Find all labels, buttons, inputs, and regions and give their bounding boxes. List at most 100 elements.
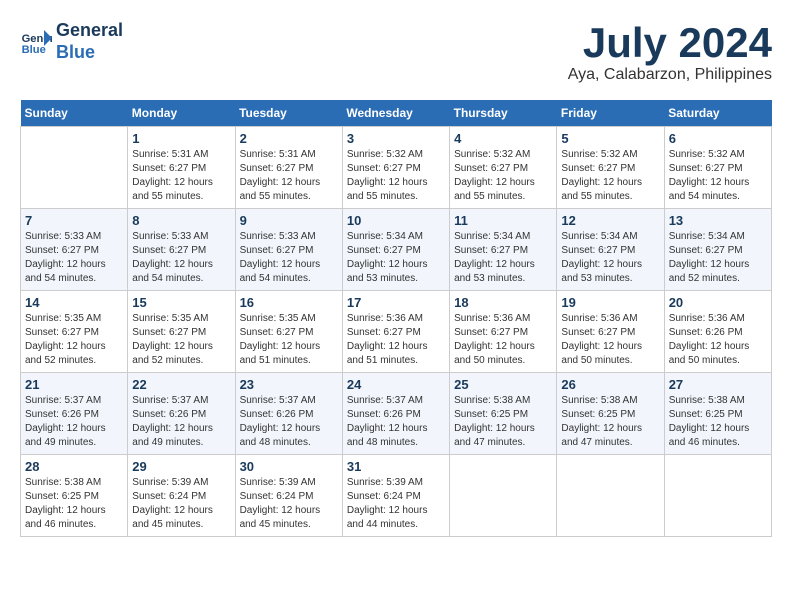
calendar-cell: 30 Sunrise: 5:39 AMSunset: 6:24 PMDayligh… — [235, 455, 342, 537]
day-info: Sunrise: 5:36 AMSunset: 6:27 PMDaylight:… — [347, 312, 445, 368]
calendar-cell: 31 Sunrise: 5:39 AMSunset: 6:24 PMDayligh… — [342, 455, 449, 537]
day-info: Sunrise: 5:32 AMSunset: 6:27 PMDaylight:… — [454, 148, 552, 204]
day-number: 20 — [669, 295, 767, 310]
calendar-cell: 15 Sunrise: 5:35 AMSunset: 6:27 PMDayligh… — [128, 291, 235, 373]
day-info: Sunrise: 5:37 AMSunset: 6:26 PMDaylight:… — [240, 394, 338, 450]
calendar-cell: 3 Sunrise: 5:32 AMSunset: 6:27 PMDaylight… — [342, 127, 449, 209]
calendar-cell: 17Sunrise: 5:36 AMSunset: 6:27 PMDayligh… — [342, 291, 449, 373]
calendar-week-1: 1 Sunrise: 5:31 AMSunset: 6:27 PMDaylight… — [21, 127, 772, 209]
col-tuesday: Tuesday — [235, 100, 342, 127]
logo-icon: General Blue — [20, 26, 52, 58]
col-thursday: Thursday — [450, 100, 557, 127]
day-info: Sunrise: 5:32 AMSunset: 6:27 PMDaylight:… — [561, 148, 659, 204]
day-number: 26 — [561, 377, 659, 392]
svg-text:Blue: Blue — [22, 44, 46, 56]
day-info: Sunrise: 5:39 AMSunset: 6:24 PMDaylight:… — [240, 476, 338, 532]
calendar-cell: 29Sunrise: 5:39 AMSunset: 6:24 PMDayligh… — [128, 455, 235, 537]
month-year-title: July 2024 — [568, 20, 772, 66]
day-info: Sunrise: 5:32 AMSunset: 6:27 PMDaylight:… — [347, 148, 445, 204]
col-saturday: Saturday — [664, 100, 771, 127]
day-number: 15 — [132, 295, 230, 310]
calendar-cell: 4 Sunrise: 5:32 AMSunset: 6:27 PMDaylight… — [450, 127, 557, 209]
logo: General Blue General Blue — [20, 20, 123, 63]
day-number: 14 — [25, 295, 123, 310]
calendar-cell — [450, 455, 557, 537]
calendar-week-2: 7 Sunrise: 5:33 AMSunset: 6:27 PMDaylight… — [21, 209, 772, 291]
day-number: 3 — [347, 131, 445, 146]
day-info: Sunrise: 5:33 AMSunset: 6:27 PMDaylight:… — [240, 230, 338, 286]
day-number: 23 — [240, 377, 338, 392]
col-friday: Friday — [557, 100, 664, 127]
day-number: 31 — [347, 459, 445, 474]
day-info: Sunrise: 5:35 AMSunset: 6:27 PMDaylight:… — [132, 312, 230, 368]
calendar-cell: 19 Sunrise: 5:36 AMSunset: 6:27 PMDayligh… — [557, 291, 664, 373]
day-info: Sunrise: 5:39 AMSunset: 6:24 PMDaylight:… — [347, 476, 445, 532]
calendar-cell: 24 Sunrise: 5:37 AMSunset: 6:26 PMDayligh… — [342, 373, 449, 455]
calendar-table: Sunday Monday Tuesday Wednesday Thursday… — [20, 100, 772, 537]
col-wednesday: Wednesday — [342, 100, 449, 127]
day-number: 22 — [132, 377, 230, 392]
calendar-cell: 10 Sunrise: 5:34 AMSunset: 6:27 PMDayligh… — [342, 209, 449, 291]
day-number: 16 — [240, 295, 338, 310]
day-info: Sunrise: 5:34 AMSunset: 6:27 PMDaylight:… — [347, 230, 445, 286]
calendar-cell: 9 Sunrise: 5:33 AMSunset: 6:27 PMDaylight… — [235, 209, 342, 291]
day-number: 2 — [240, 131, 338, 146]
calendar-cell: 1 Sunrise: 5:31 AMSunset: 6:27 PMDaylight… — [128, 127, 235, 209]
calendar-cell: 13 Sunrise: 5:34 AMSunset: 6:27 PMDayligh… — [664, 209, 771, 291]
day-info: Sunrise: 5:31 AMSunset: 6:27 PMDaylight:… — [240, 148, 338, 204]
day-number: 30 — [240, 459, 338, 474]
calendar-cell: 22 Sunrise: 5:37 AMSunset: 6:26 PMDayligh… — [128, 373, 235, 455]
day-number: 12 — [561, 213, 659, 228]
day-number: 28 — [25, 459, 123, 474]
day-info: Sunrise: 5:33 AMSunset: 6:27 PMDaylight:… — [25, 230, 123, 286]
calendar-cell — [557, 455, 664, 537]
calendar-cell: 21Sunrise: 5:37 AMSunset: 6:26 PMDayligh… — [21, 373, 128, 455]
day-info: Sunrise: 5:37 AMSunset: 6:26 PMDaylight:… — [347, 394, 445, 450]
calendar-cell: 28Sunrise: 5:38 AMSunset: 6:25 PMDayligh… — [21, 455, 128, 537]
day-info: Sunrise: 5:37 AMSunset: 6:26 PMDaylight:… — [25, 394, 123, 450]
calendar-cell: 6Sunrise: 5:32 AMSunset: 6:27 PMDaylight… — [664, 127, 771, 209]
calendar-cell — [664, 455, 771, 537]
day-number: 9 — [240, 213, 338, 228]
calendar-cell: 14 Sunrise: 5:35 AMSunset: 6:27 PMDayligh… — [21, 291, 128, 373]
day-info: Sunrise: 5:36 AMSunset: 6:26 PMDaylight:… — [669, 312, 767, 368]
calendar-week-4: 21Sunrise: 5:37 AMSunset: 6:26 PMDayligh… — [21, 373, 772, 455]
header-row: Sunday Monday Tuesday Wednesday Thursday… — [21, 100, 772, 127]
day-info: Sunrise: 5:35 AMSunset: 6:27 PMDaylight:… — [25, 312, 123, 368]
day-info: Sunrise: 5:34 AMSunset: 6:27 PMDaylight:… — [669, 230, 767, 286]
calendar-cell: 25Sunrise: 5:38 AMSunset: 6:25 PMDayligh… — [450, 373, 557, 455]
calendar-body: 1 Sunrise: 5:31 AMSunset: 6:27 PMDaylight… — [21, 127, 772, 537]
day-number: 4 — [454, 131, 552, 146]
day-info: Sunrise: 5:33 AMSunset: 6:27 PMDaylight:… — [132, 230, 230, 286]
col-monday: Monday — [128, 100, 235, 127]
calendar-cell: 5 Sunrise: 5:32 AMSunset: 6:27 PMDaylight… — [557, 127, 664, 209]
day-number: 7 — [25, 213, 123, 228]
calendar-cell: 7 Sunrise: 5:33 AMSunset: 6:27 PMDaylight… — [21, 209, 128, 291]
calendar-cell: 23 Sunrise: 5:37 AMSunset: 6:26 PMDayligh… — [235, 373, 342, 455]
logo-line2: Blue — [56, 42, 123, 64]
calendar-cell: 18Sunrise: 5:36 AMSunset: 6:27 PMDayligh… — [450, 291, 557, 373]
day-number: 24 — [347, 377, 445, 392]
day-number: 1 — [132, 131, 230, 146]
calendar-week-5: 28Sunrise: 5:38 AMSunset: 6:25 PMDayligh… — [21, 455, 772, 537]
day-info: Sunrise: 5:34 AMSunset: 6:27 PMDaylight:… — [454, 230, 552, 286]
day-number: 5 — [561, 131, 659, 146]
day-info: Sunrise: 5:31 AMSunset: 6:27 PMDaylight:… — [132, 148, 230, 204]
title-area: July 2024 Aya, Calabarzon, Philippines — [568, 20, 772, 84]
day-number: 10 — [347, 213, 445, 228]
day-info: Sunrise: 5:37 AMSunset: 6:26 PMDaylight:… — [132, 394, 230, 450]
calendar-cell: 11 Sunrise: 5:34 AMSunset: 6:27 PMDayligh… — [450, 209, 557, 291]
calendar-cell: 2 Sunrise: 5:31 AMSunset: 6:27 PMDaylight… — [235, 127, 342, 209]
calendar-cell: 27Sunrise: 5:38 AMSunset: 6:25 PMDayligh… — [664, 373, 771, 455]
calendar-cell: 12Sunrise: 5:34 AMSunset: 6:27 PMDayligh… — [557, 209, 664, 291]
day-info: Sunrise: 5:36 AMSunset: 6:27 PMDaylight:… — [561, 312, 659, 368]
day-number: 11 — [454, 213, 552, 228]
day-info: Sunrise: 5:39 AMSunset: 6:24 PMDaylight:… — [132, 476, 230, 532]
day-info: Sunrise: 5:38 AMSunset: 6:25 PMDaylight:… — [669, 394, 767, 450]
calendar-cell: 20 Sunrise: 5:36 AMSunset: 6:26 PMDayligh… — [664, 291, 771, 373]
day-number: 19 — [561, 295, 659, 310]
calendar-cell: 26Sunrise: 5:38 AMSunset: 6:25 PMDayligh… — [557, 373, 664, 455]
day-info: Sunrise: 5:35 AMSunset: 6:27 PMDaylight:… — [240, 312, 338, 368]
calendar-cell: 8Sunrise: 5:33 AMSunset: 6:27 PMDaylight… — [128, 209, 235, 291]
day-number: 13 — [669, 213, 767, 228]
